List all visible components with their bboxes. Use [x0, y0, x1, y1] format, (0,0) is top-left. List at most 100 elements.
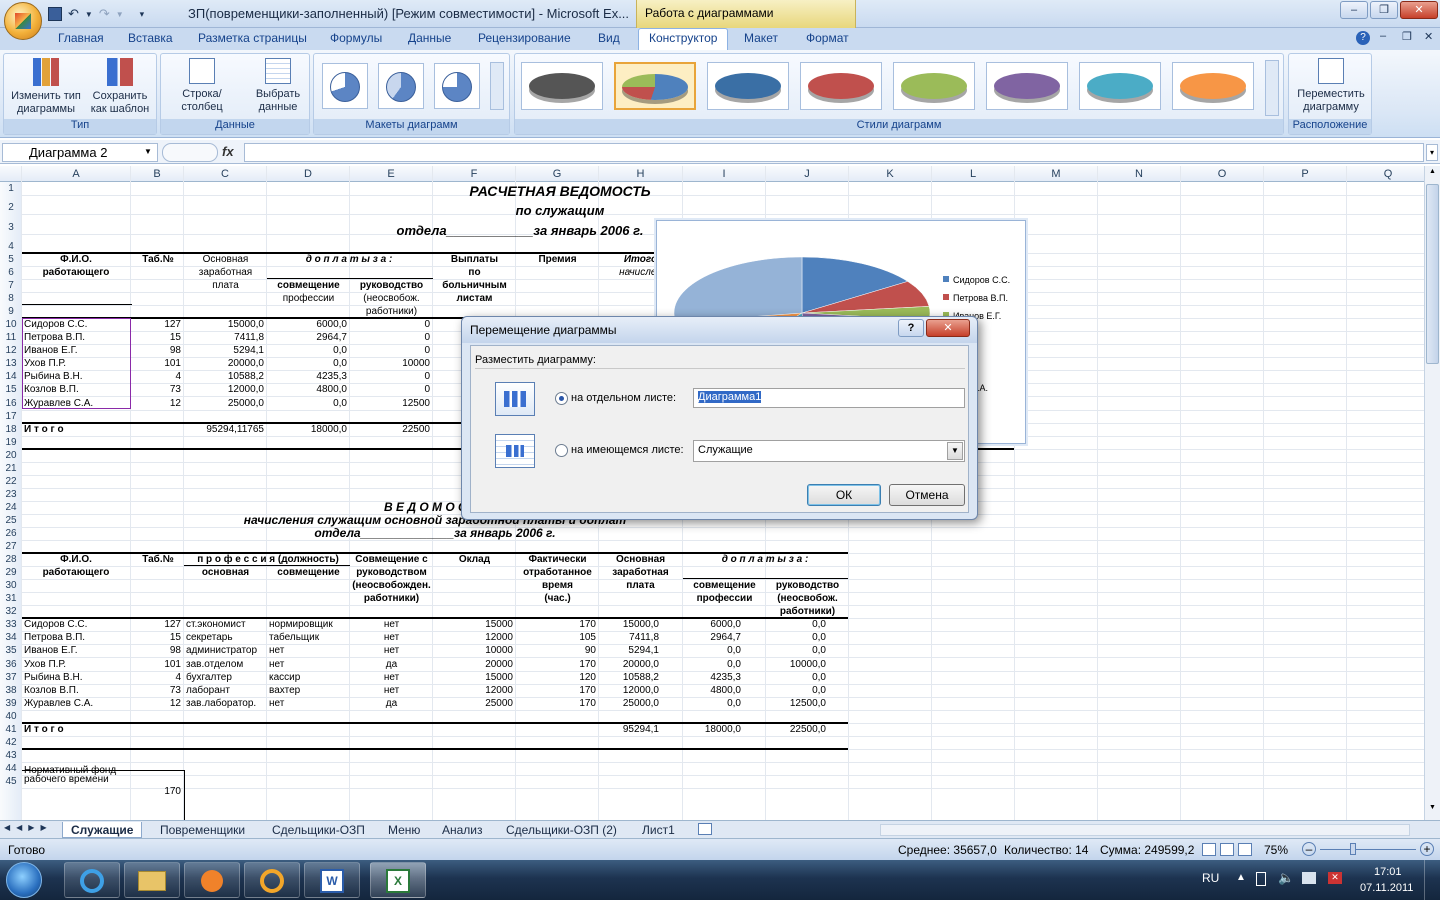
- table-row-combined[interactable]: вахтер: [269, 684, 349, 697]
- row-header-30[interactable]: 30: [0, 579, 22, 592]
- header-cell[interactable]: п р о ф е с с и я (должность): [186, 553, 350, 566]
- table-row-extra-profession[interactable]: 2964,7: [685, 631, 741, 644]
- styles-scroll[interactable]: [1265, 60, 1279, 116]
- scroll-down-icon[interactable]: ▼: [1426, 804, 1439, 818]
- header-cell[interactable]: профессии: [269, 292, 348, 305]
- page-layout-view-icon[interactable]: [1220, 843, 1234, 856]
- tab-layout[interactable]: Макет: [744, 31, 778, 50]
- table-row-profession[interactable]: зав.отделом: [186, 658, 266, 671]
- insert-sheet-icon[interactable]: [698, 823, 712, 835]
- tray-volume-icon[interactable]: 🔈: [1278, 870, 1294, 886]
- table-row-extra-profession[interactable]: 0,0: [685, 697, 741, 710]
- row-header-18[interactable]: 18: [0, 423, 22, 436]
- table-row-sovm[interactable]: 0,0: [269, 357, 347, 370]
- row-header-45[interactable]: 45: [0, 775, 22, 788]
- row-header-29[interactable]: 29: [0, 566, 22, 579]
- table-row-base-pay[interactable]: 7411,8: [601, 631, 659, 644]
- table-row-extra-management[interactable]: 0,0: [768, 631, 826, 644]
- column-header-j[interactable]: J: [766, 166, 849, 182]
- undo-dropdown-icon[interactable]: ▼: [85, 10, 93, 19]
- column-header-g[interactable]: G: [516, 166, 599, 182]
- header-cell[interactable]: работники): [352, 592, 431, 605]
- table-row-base-pay[interactable]: 12000,0: [601, 684, 659, 697]
- table-row-extra-management[interactable]: 12500,0: [768, 697, 826, 710]
- row-header-20[interactable]: 20: [0, 449, 22, 462]
- header-cell[interactable]: заработная: [601, 566, 680, 579]
- expand-formula-icon[interactable]: ▾: [1426, 144, 1438, 161]
- column-header-f[interactable]: F: [433, 166, 516, 182]
- table-row-salary[interactable]: 15000: [435, 671, 513, 684]
- taskbar-ie-icon[interactable]: [64, 862, 120, 898]
- pie-slice[interactable]: [673, 256, 803, 323]
- chart-style-3-thumb[interactable]: [707, 62, 789, 110]
- header-cell[interactable]: (неосвобож.: [352, 292, 431, 305]
- table-row-sovm[interactable]: 0,0: [269, 397, 347, 410]
- row-header-2[interactable]: 2: [0, 201, 22, 214]
- header-cell[interactable]: совмещение: [685, 579, 764, 592]
- save-icon[interactable]: [48, 7, 62, 21]
- row-header-8[interactable]: 8: [0, 292, 22, 305]
- table-row-base[interactable]: 12000,0: [186, 383, 264, 396]
- table-row-combined[interactable]: кассир: [269, 671, 349, 684]
- header-cell[interactable]: Премия: [518, 253, 597, 266]
- column-header-a[interactable]: A: [22, 166, 131, 182]
- row-header-40[interactable]: 40: [0, 710, 22, 723]
- table-row-base-pay[interactable]: 20000,0: [601, 658, 659, 671]
- redo-icon[interactable]: ↷: [99, 6, 110, 22]
- total-base-pay[interactable]: 95294,1: [601, 723, 659, 736]
- total-base[interactable]: 95294,11765: [186, 423, 264, 436]
- sheet-subtitle[interactable]: по служащим: [310, 201, 810, 220]
- table-row-tab[interactable]: 15: [133, 631, 181, 644]
- cancel-button[interactable]: Отмена: [889, 484, 965, 506]
- table-row-extra-management[interactable]: 0,0: [768, 684, 826, 697]
- name-box[interactable]: Диаграмма 2: [2, 143, 158, 162]
- norm-value[interactable]: 170: [133, 785, 181, 798]
- ok-button[interactable]: ОК: [807, 484, 881, 506]
- row-header-15[interactable]: 15: [0, 383, 22, 396]
- chart-style-6-thumb[interactable]: [986, 62, 1068, 110]
- header-cell[interactable]: плата: [186, 279, 265, 292]
- row-header-28[interactable]: 28: [0, 553, 22, 566]
- show-desktop-button[interactable]: [1424, 860, 1440, 900]
- column-header-q[interactable]: Q: [1347, 166, 1424, 182]
- column-header-e[interactable]: E: [350, 166, 433, 182]
- table-row-sovm[interactable]: 4800,0: [269, 383, 347, 396]
- table-row-tab[interactable]: 98: [133, 644, 181, 657]
- column-header-m[interactable]: M: [1015, 166, 1098, 182]
- table-row-combined[interactable]: табельщик: [269, 631, 349, 644]
- start-button[interactable]: [6, 862, 42, 898]
- sheet2-dept-line[interactable]: отдела______________за январь 2006 г.: [275, 527, 595, 540]
- scroll-up-icon[interactable]: ▲: [1426, 168, 1439, 182]
- switch-row-column-button[interactable]: Строка/столбец: [165, 58, 239, 114]
- table-row-tab[interactable]: 101: [133, 658, 181, 671]
- row-header-27[interactable]: 27: [0, 540, 22, 553]
- header-cell[interactable]: Ф.И.О.: [24, 253, 128, 266]
- table-row-salary[interactable]: 12000: [435, 684, 513, 697]
- total-label[interactable]: И т о г о: [24, 723, 128, 736]
- row-header-11[interactable]: 11: [0, 331, 22, 344]
- header-cell[interactable]: руководство: [352, 279, 431, 292]
- zoom-out-icon[interactable]: –: [1302, 842, 1316, 856]
- header-cell[interactable]: совмещение: [269, 566, 348, 579]
- table-row-tab[interactable]: 12: [133, 697, 181, 710]
- row-header-32[interactable]: 32: [0, 605, 22, 618]
- table-row-profession[interactable]: бухгалтер: [186, 671, 266, 684]
- table-row-base[interactable]: 25000,0: [186, 397, 264, 410]
- table-row-hours[interactable]: 170: [518, 697, 596, 710]
- tray-network-icon[interactable]: [1302, 872, 1316, 884]
- sheet-tab-analiz[interactable]: Анализ: [442, 822, 483, 838]
- table-row-base[interactable]: 7411,8: [186, 331, 264, 344]
- column-header-d[interactable]: D: [267, 166, 350, 182]
- header-cell[interactable]: руководство: [768, 579, 847, 592]
- table-row-base-pay[interactable]: 5294,1: [601, 644, 659, 657]
- sheet-nav-icons[interactable]: ◀◀▶▶: [4, 823, 53, 832]
- office-button[interactable]: [4, 2, 42, 40]
- chart-style-5-thumb[interactable]: [893, 62, 975, 110]
- table-row-combined[interactable]: нет: [269, 697, 349, 710]
- table-row-tab[interactable]: 4: [133, 370, 181, 383]
- header-cell[interactable]: время: [518, 579, 597, 592]
- table-row-fio[interactable]: Журавлев С.А.: [24, 697, 128, 710]
- header-cell[interactable]: листам: [435, 292, 514, 305]
- table-row-ruk[interactable]: 0: [352, 318, 430, 331]
- row-header-16[interactable]: 16: [0, 397, 22, 410]
